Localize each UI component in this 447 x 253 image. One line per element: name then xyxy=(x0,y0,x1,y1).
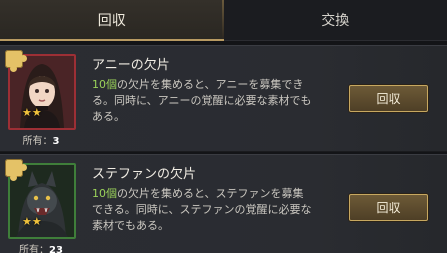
shard-panel: 回収 交換 ★★ 所有：3 アニーの欠片 10個の欠片を集めると、アニーを募集で… xyxy=(0,0,447,253)
shard-portrait-frame: ★★ 所有：3 xyxy=(4,50,78,148)
owned-count: 所有：23 xyxy=(4,241,78,253)
puzzle-piece-icon xyxy=(5,159,27,181)
shard-description-text: の欠片を集めると、アニーを募集できる。同時に、アニーの覚醒に必要な素材でもある。 xyxy=(92,78,312,123)
star-icon: ★★ xyxy=(22,215,42,228)
shard-title: ステファンの欠片 xyxy=(92,167,197,182)
owned-label: 所有： xyxy=(22,136,53,147)
shard-required-count: 10個 xyxy=(92,187,117,200)
recycle-button[interactable]: 回収 xyxy=(349,85,428,112)
shard-description: 10個の欠片を集めると、アニーを募集できる。同時に、アニーの覚醒に必要な素材でも… xyxy=(92,77,314,125)
shard-title: アニーの欠片 xyxy=(92,58,170,73)
shard-required-count: 10個 xyxy=(92,78,117,91)
owned-count: 所有：3 xyxy=(4,132,78,147)
shard-card-annie: ★★ 所有：3 アニーの欠片 10個の欠片を集めると、アニーを募集できる。同時に… xyxy=(0,45,447,152)
owned-number: 3 xyxy=(52,136,60,147)
shard-description: 10個の欠片を集めると、ステファンを募集できる。同時に、ステファンの覚醒に必要な… xyxy=(92,186,314,234)
shard-portrait-frame: ★★ 所有：23 xyxy=(4,159,78,253)
star-icon: ★★ xyxy=(22,106,42,119)
owned-label: 所有： xyxy=(19,245,50,253)
shard-description-text: の欠片を集めると、ステファンを募集できる。同時に、ステファンの覚醒に必要な素材で… xyxy=(92,187,312,232)
star-rating: ★★ xyxy=(22,106,42,119)
owned-number: 23 xyxy=(49,245,63,253)
tab-recycle-label: 回収 xyxy=(97,13,126,29)
tab-bar: 回収 交換 xyxy=(0,0,447,41)
tab-exchange-label: 交換 xyxy=(321,13,350,29)
tab-recycle[interactable]: 回収 xyxy=(0,0,224,41)
tab-exchange[interactable]: 交換 xyxy=(224,0,447,40)
star-rating: ★★ xyxy=(22,215,42,228)
puzzle-piece-icon xyxy=(5,50,27,72)
shard-card-stefan: ★★ 所有：23 ステファンの欠片 10個の欠片を集めると、ステファンを募集でき… xyxy=(0,154,447,253)
recycle-button[interactable]: 回収 xyxy=(349,194,428,221)
